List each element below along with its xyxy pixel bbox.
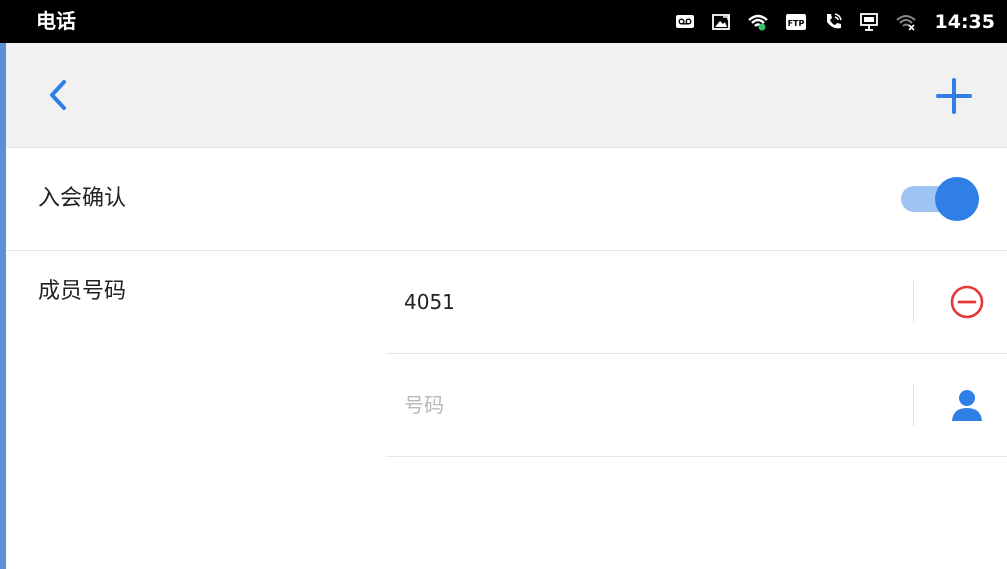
member-number-value: 4051 — [404, 290, 455, 314]
join-confirm-row: 入会确认 — [6, 148, 1007, 251]
monitor-icon — [859, 12, 879, 32]
chevron-left-icon — [50, 80, 66, 110]
join-confirm-label: 入会确认 — [38, 186, 127, 211]
join-confirm-toggle[interactable] — [895, 176, 979, 221]
screenshot-icon — [711, 12, 731, 32]
svg-text:FTP: FTP — [787, 19, 804, 28]
voicemail-icon — [675, 12, 695, 32]
pick-contact-button[interactable] — [949, 387, 985, 423]
back-button[interactable] — [42, 77, 78, 113]
toggle-knob — [935, 177, 979, 221]
divider — [913, 384, 914, 426]
status-bar: 电话 FTP 14:35 — [0, 0, 1007, 43]
new-number-row: 号码 — [386, 354, 1007, 457]
status-time: 14:35 — [934, 10, 995, 33]
plus-icon — [936, 78, 972, 114]
call-icon — [823, 12, 843, 32]
status-app-title: 电话 — [36, 9, 76, 33]
member-number-row: 4051 — [386, 251, 1007, 354]
number-input[interactable]: 号码 — [404, 354, 444, 456]
contact-person-icon — [952, 390, 982, 421]
remove-member-button[interactable] — [949, 284, 985, 320]
app-bar — [6, 43, 1007, 148]
wifi-off-icon — [895, 12, 917, 32]
add-button[interactable] — [935, 77, 973, 115]
member-numbers-label: 成员号码 — [38, 279, 127, 304]
ftp-icon: FTP — [785, 13, 807, 31]
wifi-icon — [747, 12, 769, 32]
status-icons: FTP 14:35 — [675, 0, 995, 43]
divider — [913, 281, 914, 323]
remove-circle-icon — [950, 285, 984, 319]
member-numbers-section: 成员号码 4051 号码 — [6, 251, 1007, 569]
